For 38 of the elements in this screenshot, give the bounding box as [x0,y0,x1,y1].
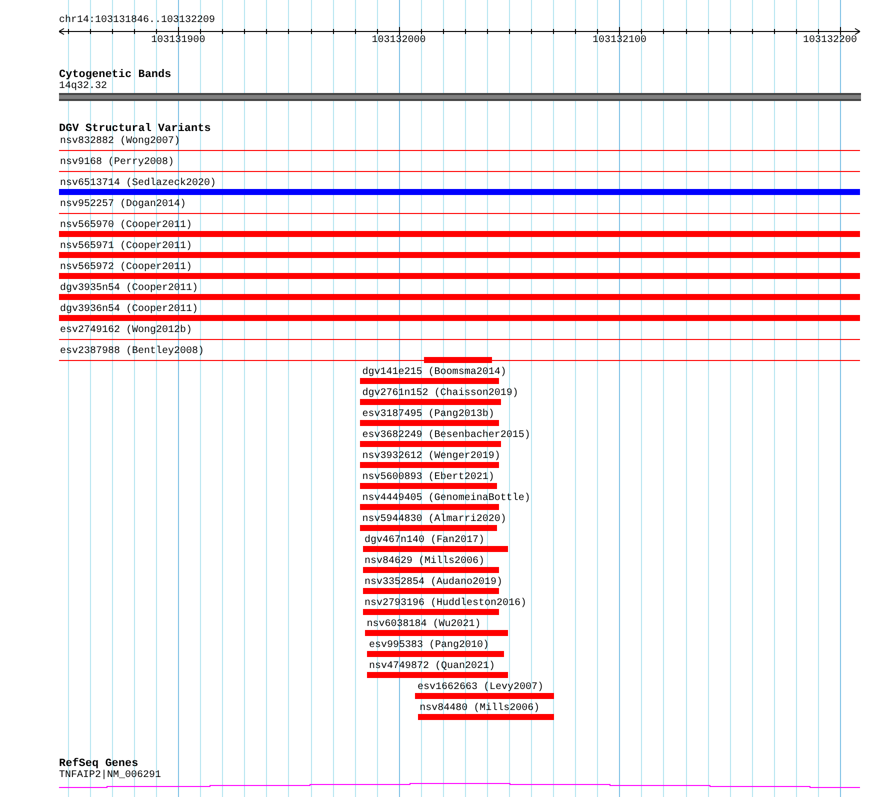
variant-label: nsv4749872 (Quan2021) [368,661,495,672]
variant-label: nsv565971 (Cooper2011) [60,241,192,252]
variant-label: esv2749162 (Wong2012b) [60,325,192,336]
track-title: Cytogenetic Bands [59,69,172,81]
variant-label: nsv6513714 (Sedlazeck2020) [60,178,216,189]
variant-label: nsv565970 (Cooper2011) [60,220,192,231]
variant-label: esv3682249 (Besenbacher2015) [362,430,530,441]
variant-label: nsv565972 (Cooper2011) [60,262,192,273]
variant-label: dgv3935n54 (Cooper2011) [60,283,198,294]
tick-label: 103132200 [803,35,857,47]
band-label: 14q32.32 [59,81,108,93]
variant-label: esv1662663 (Levy2007) [417,682,544,693]
tick-label: 103131900 [151,35,206,47]
variant-label: dgv141e215 (Boomsma2014) [362,367,506,378]
variant-label: nsv6038184 (Wu2021) [366,619,481,630]
variant-label: nsv9168 (Perry2008) [60,157,174,168]
track-title: RefSeq Genes [59,758,138,770]
variant-label: nsv832882 (Wong2007) [60,136,180,147]
variant-label: nsv84629 (Mills2006) [364,556,485,567]
tick-label: 103132000 [372,35,426,47]
variant-label: dgv2761n152 (Chaisson2019) [362,388,518,399]
variant-label: esv995383 (Pang2010) [368,640,489,651]
variant-label: dgv467n140 (Fan2017) [364,535,485,546]
variant-label: esv3187495 (Pang2013b) [362,409,494,420]
variant-label: nsv5600893 (Ebert2021) [362,472,494,483]
variant-label: nsv2793196 (Huddleston2016) [364,598,527,609]
variant-label: nsv84480 (Mills2006) [420,703,540,714]
variant-label: nsv3352854 (Audano2019) [364,577,503,588]
tick-label: 103132100 [592,35,646,47]
variant-label: nsv5944830 (Almarri2020) [362,514,506,525]
variant-label: nsv952257 (Dogan2014) [60,199,186,210]
variant-label: esv2387988 (Bentley2008) [60,346,204,357]
variant-label: nsv3932612 (Wenger2019) [362,451,500,462]
variant-label: dgv3936n54 (Cooper2011) [60,304,198,315]
gene-label: TNFAIP2|NM_006291 [59,770,162,782]
track-title: DGV Structural Variants [59,123,211,135]
location-label: chr14:103131846..103132209 [59,15,216,27]
variant-label: nsv4449405 (GenomeinaBottle) [362,493,530,504]
